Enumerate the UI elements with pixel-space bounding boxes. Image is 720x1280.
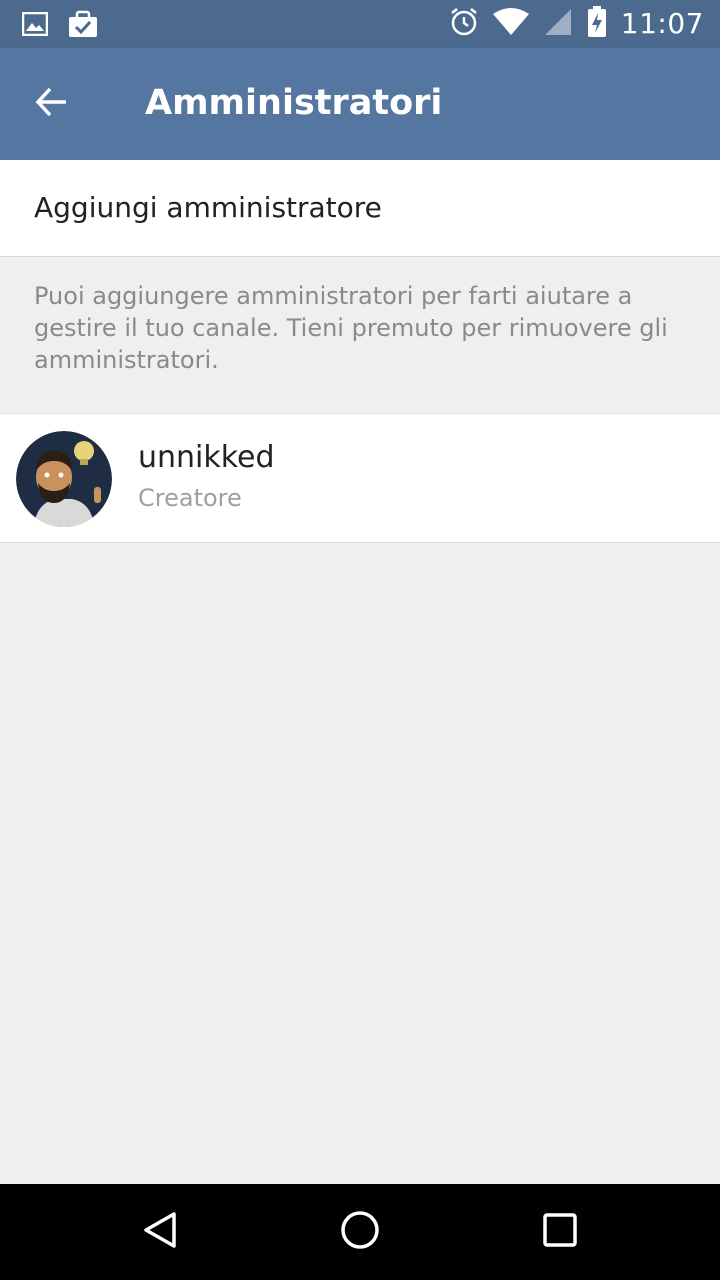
status-left-icons xyxy=(21,10,98,42)
list-item[interactable]: unnikked Creatore xyxy=(0,413,720,543)
toolbar: Amministratori xyxy=(0,48,720,160)
clipboard-check-icon xyxy=(68,10,98,42)
add-admin-button[interactable]: Aggiungi amministratore xyxy=(0,160,720,257)
navigation-bar xyxy=(0,1184,720,1280)
back-button[interactable] xyxy=(22,74,82,134)
nav-recents-button[interactable] xyxy=(532,1204,588,1260)
gallery-icon xyxy=(21,11,49,40)
cell-signal-icon xyxy=(543,8,573,40)
arrow-left-icon xyxy=(34,84,70,124)
home-circle-icon xyxy=(340,1210,380,1254)
status-right-icons: 11:07 xyxy=(449,6,704,42)
admin-name: unnikked xyxy=(138,440,275,475)
nav-home-button[interactable] xyxy=(332,1204,388,1260)
page-title: Amministratori xyxy=(145,83,443,123)
admin-role: Creatore xyxy=(138,484,242,512)
status-bar: 11:07 xyxy=(0,0,720,48)
back-triangle-icon xyxy=(140,1210,180,1254)
recents-square-icon xyxy=(542,1212,578,1252)
wifi-icon xyxy=(492,8,529,40)
admin-info-text: Puoi aggiungere amministratori per farti… xyxy=(34,282,668,374)
avatar[interactable] xyxy=(16,431,112,527)
nav-back-button[interactable] xyxy=(132,1204,188,1260)
alarm-icon xyxy=(449,7,479,41)
add-admin-label: Aggiungi amministratore xyxy=(34,191,382,224)
status-time: 11:07 xyxy=(620,7,704,40)
battery-charging-icon xyxy=(587,6,607,42)
